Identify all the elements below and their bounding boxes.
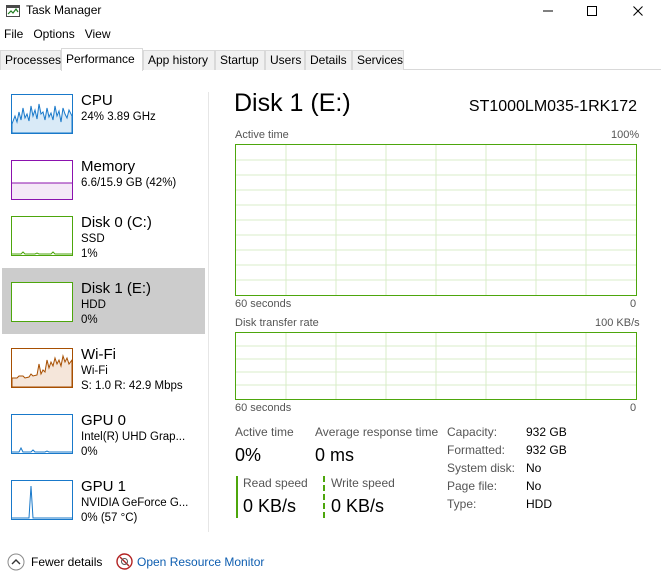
minimize-icon bbox=[543, 10, 553, 12]
tab-performance[interactable]: Performance bbox=[61, 48, 143, 71]
memory-mini-graph bbox=[11, 160, 73, 200]
maximize-button[interactable] bbox=[569, 0, 615, 22]
close-icon bbox=[633, 6, 643, 16]
footer-bar: Fewer details Open Resource Monitor bbox=[0, 548, 661, 578]
sidebar-disk1-title: Disk 1 (E:) bbox=[81, 280, 152, 297]
active-time-graph-duration: 60 seconds bbox=[235, 298, 292, 310]
write-speed-label: Write speed bbox=[331, 476, 395, 490]
read-speed-value: 0 KB/s bbox=[243, 496, 297, 516]
active-time-graph-max: 100% bbox=[611, 129, 640, 141]
sidebar-disk0-usage: 1% bbox=[81, 248, 98, 260]
active-time-graph bbox=[235, 144, 637, 296]
tab-bar: Processes Performance App history Startu… bbox=[0, 48, 661, 71]
maximize-icon bbox=[587, 6, 597, 16]
chevron-up-icon[interactable] bbox=[7, 553, 25, 571]
formatted-value: 932 GB bbox=[526, 443, 567, 457]
page-file-label: Page file: bbox=[447, 479, 498, 493]
type-label: Type: bbox=[447, 497, 477, 511]
sidebar-item-wifi[interactable]: Wi-Fi Wi-Fi S: 1.0 R: 42.9 Mbps bbox=[2, 334, 205, 400]
sidebar-gpu1-title: GPU 1 bbox=[81, 478, 127, 495]
tab-services[interactable]: Services bbox=[352, 50, 404, 70]
sidebar-gpu0-title: GPU 0 bbox=[81, 412, 127, 429]
sidebar-item-gpu1[interactable]: GPU 1 NVIDIA GeForce G... 0% (57 °C) bbox=[2, 466, 205, 532]
active-time-label: Active time bbox=[235, 425, 294, 439]
capacity-label: Capacity: bbox=[447, 425, 498, 439]
write-speed-value: 0 KB/s bbox=[331, 496, 385, 516]
fewer-details-button[interactable]: Fewer details bbox=[31, 555, 102, 569]
system-disk-label: System disk: bbox=[447, 461, 516, 475]
tab-details[interactable]: Details bbox=[305, 50, 352, 70]
capacity-value: 932 GB bbox=[526, 425, 567, 439]
sidebar-divider bbox=[208, 92, 209, 532]
sidebar-wifi-title: Wi-Fi bbox=[81, 346, 116, 363]
sidebar-item-cpu[interactable]: CPU 24% 3.89 GHz bbox=[2, 80, 205, 146]
sidebar-cpu-usage: 24% 3.89 GHz bbox=[81, 111, 156, 123]
sidebar-cpu-title: CPU bbox=[81, 92, 113, 109]
sidebar-memory-usage: 6.6/15.9 GB (42%) bbox=[81, 177, 177, 189]
transfer-rate-graph bbox=[235, 332, 637, 400]
window-title: Task Manager bbox=[26, 3, 102, 17]
wifi-mini-graph bbox=[11, 348, 73, 388]
resource-monitor-icon bbox=[116, 553, 133, 570]
title-bar: Task Manager bbox=[0, 0, 661, 22]
disk1-mini-graph bbox=[11, 282, 73, 322]
system-disk-value: No bbox=[526, 461, 542, 475]
resource-sidebar: CPU 24% 3.89 GHz Memory 6.6/15.9 GB (42%… bbox=[0, 70, 206, 540]
active-time-value: 0% bbox=[235, 445, 262, 465]
sidebar-item-disk1[interactable]: Disk 1 (E:) HDD 0% bbox=[2, 268, 205, 334]
sidebar-disk1-usage: 0% bbox=[81, 314, 98, 326]
menu-options[interactable]: Options bbox=[28, 25, 79, 45]
disk-model: ST1000LM035-1RK172 bbox=[468, 98, 637, 115]
gpu1-mini-graph bbox=[11, 480, 73, 520]
menu-bar: File Options View bbox=[0, 25, 116, 45]
minimize-button[interactable] bbox=[525, 0, 571, 22]
read-speed-label: Read speed bbox=[243, 476, 308, 490]
read-speed-indicator bbox=[236, 476, 238, 518]
menu-view[interactable]: View bbox=[80, 25, 116, 45]
sidebar-item-disk0[interactable]: Disk 0 (C:) SSD 1% bbox=[2, 202, 205, 268]
active-time-graph-min: 0 bbox=[630, 298, 637, 310]
tab-app-history[interactable]: App history bbox=[143, 50, 215, 70]
sidebar-memory-title: Memory bbox=[81, 158, 136, 175]
transfer-rate-graph-duration: 60 seconds bbox=[235, 402, 292, 414]
page-file-value: No bbox=[526, 479, 542, 493]
sidebar-gpu0-name: Intel(R) UHD Grap... bbox=[81, 431, 186, 443]
tab-users[interactable]: Users bbox=[265, 50, 305, 70]
sidebar-gpu1-usage: 0% (57 °C) bbox=[81, 512, 138, 524]
page-title: Disk 1 (E:) bbox=[234, 89, 351, 117]
formatted-label: Formatted: bbox=[447, 443, 506, 457]
gpu0-mini-graph bbox=[11, 414, 73, 454]
close-button[interactable] bbox=[615, 0, 661, 22]
sidebar-gpu1-name: NVIDIA GeForce G... bbox=[81, 497, 189, 509]
sidebar-gpu0-usage: 0% bbox=[81, 446, 98, 458]
menu-file[interactable]: File bbox=[0, 25, 28, 45]
write-speed-indicator bbox=[323, 476, 325, 518]
open-resource-monitor-link[interactable]: Open Resource Monitor bbox=[137, 555, 264, 569]
cpu-mini-graph bbox=[11, 94, 73, 134]
transfer-rate-graph-label: Disk transfer rate bbox=[235, 317, 319, 329]
sidebar-wifi-throughput: S: 1.0 R: 42.9 Mbps bbox=[81, 380, 183, 392]
type-value: HDD bbox=[526, 497, 552, 511]
disk0-mini-graph bbox=[11, 216, 73, 256]
avg-response-label: Average response time bbox=[315, 425, 439, 439]
sidebar-disk1-type: HDD bbox=[81, 299, 106, 311]
task-manager-icon bbox=[6, 4, 20, 18]
transfer-rate-graph-max: 100 KB/s bbox=[595, 317, 640, 329]
sidebar-disk0-title: Disk 0 (C:) bbox=[81, 214, 152, 231]
tab-startup[interactable]: Startup bbox=[215, 50, 265, 70]
transfer-rate-graph-min: 0 bbox=[630, 402, 637, 414]
sidebar-wifi-adapter: Wi-Fi bbox=[81, 365, 108, 377]
sidebar-disk0-type: SSD bbox=[81, 233, 105, 245]
active-time-graph-label: Active time bbox=[235, 129, 289, 141]
avg-response-value: 0 ms bbox=[315, 445, 355, 465]
tab-processes[interactable]: Processes bbox=[0, 50, 61, 70]
sidebar-item-gpu0[interactable]: GPU 0 Intel(R) UHD Grap... 0% bbox=[2, 400, 205, 466]
